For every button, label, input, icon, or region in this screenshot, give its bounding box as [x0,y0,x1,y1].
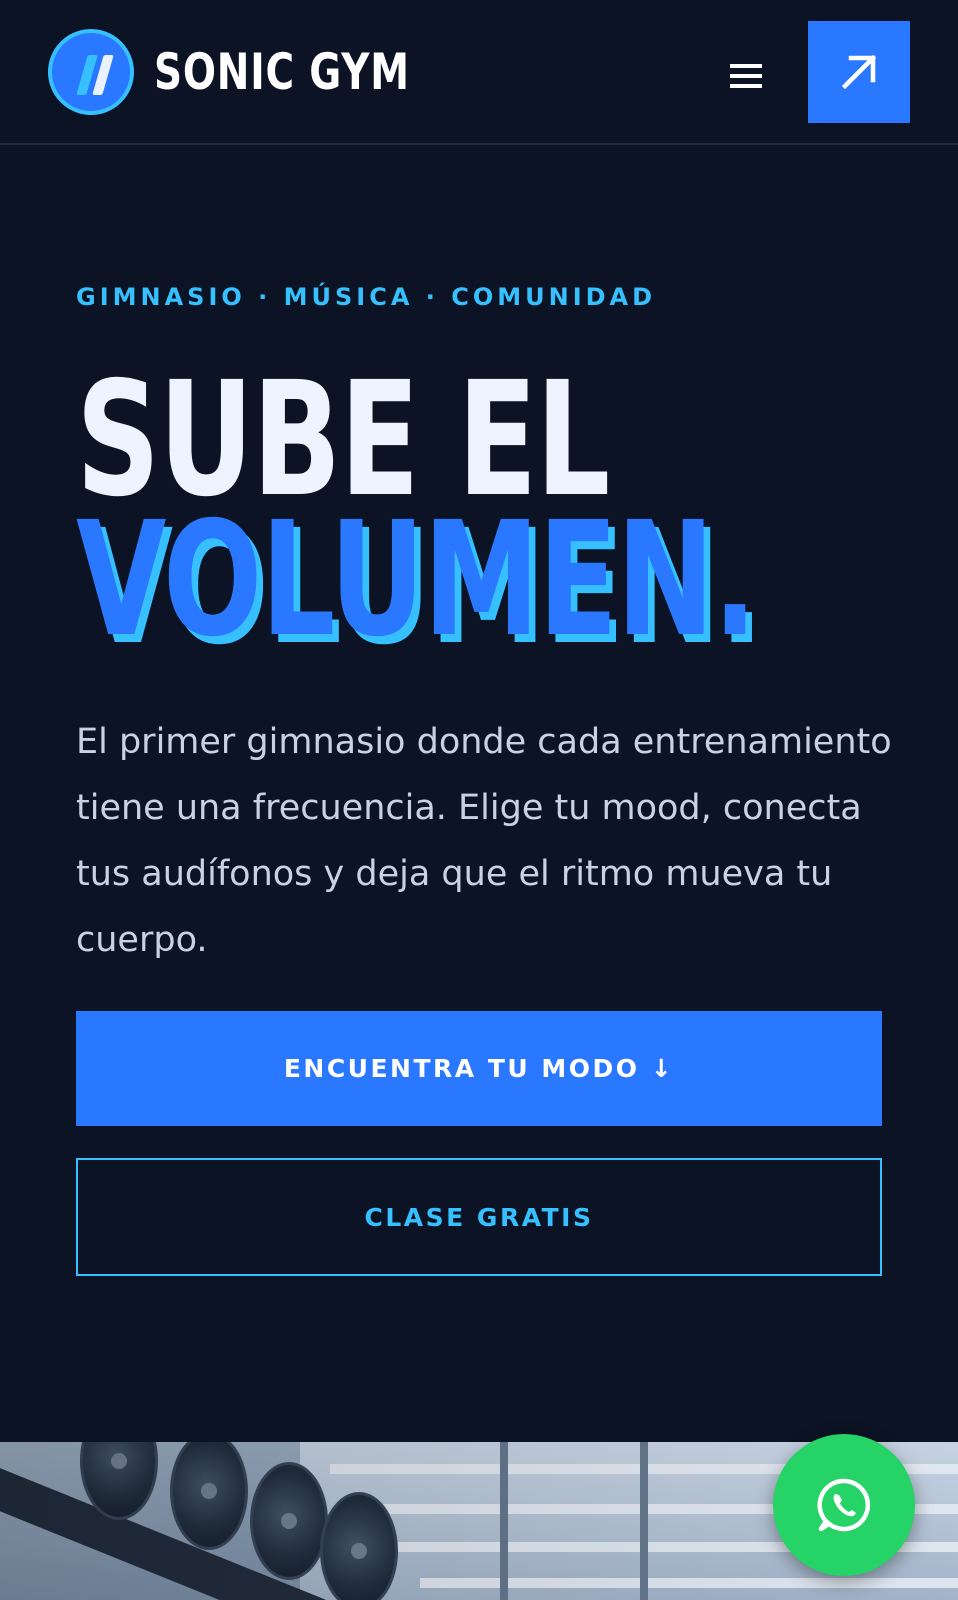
menu-line [730,84,762,88]
arrow-up-right-icon [841,54,877,90]
menu-line [730,74,762,78]
hero-description: El primer gimnasio donde cada entrenamie… [76,722,892,960]
hamburger-menu-icon[interactable] [716,56,776,96]
brand-name[interactable]: SONIC GYM [154,44,410,100]
hero-eyebrow: GIMNASIO · MÚSICA · COMUNIDAD [76,283,657,311]
page: SONIC GYM GIMNASIO · MÚSICA · COMUNIDAD … [0,0,958,1600]
menu-line [730,64,762,68]
free-class-button[interactable]: CLASE GRATIS [76,1158,882,1276]
find-your-mode-button[interactable]: ENCUENTRA TU MODO ↓ [76,1011,882,1126]
logo-icon[interactable] [48,29,134,115]
header-cta-button[interactable] [808,21,910,123]
site-header: SONIC GYM [0,0,958,145]
whatsapp-button[interactable] [773,1434,915,1576]
headline-line-2: VOLUMEN. [76,488,757,672]
whatsapp-icon [817,1478,871,1532]
